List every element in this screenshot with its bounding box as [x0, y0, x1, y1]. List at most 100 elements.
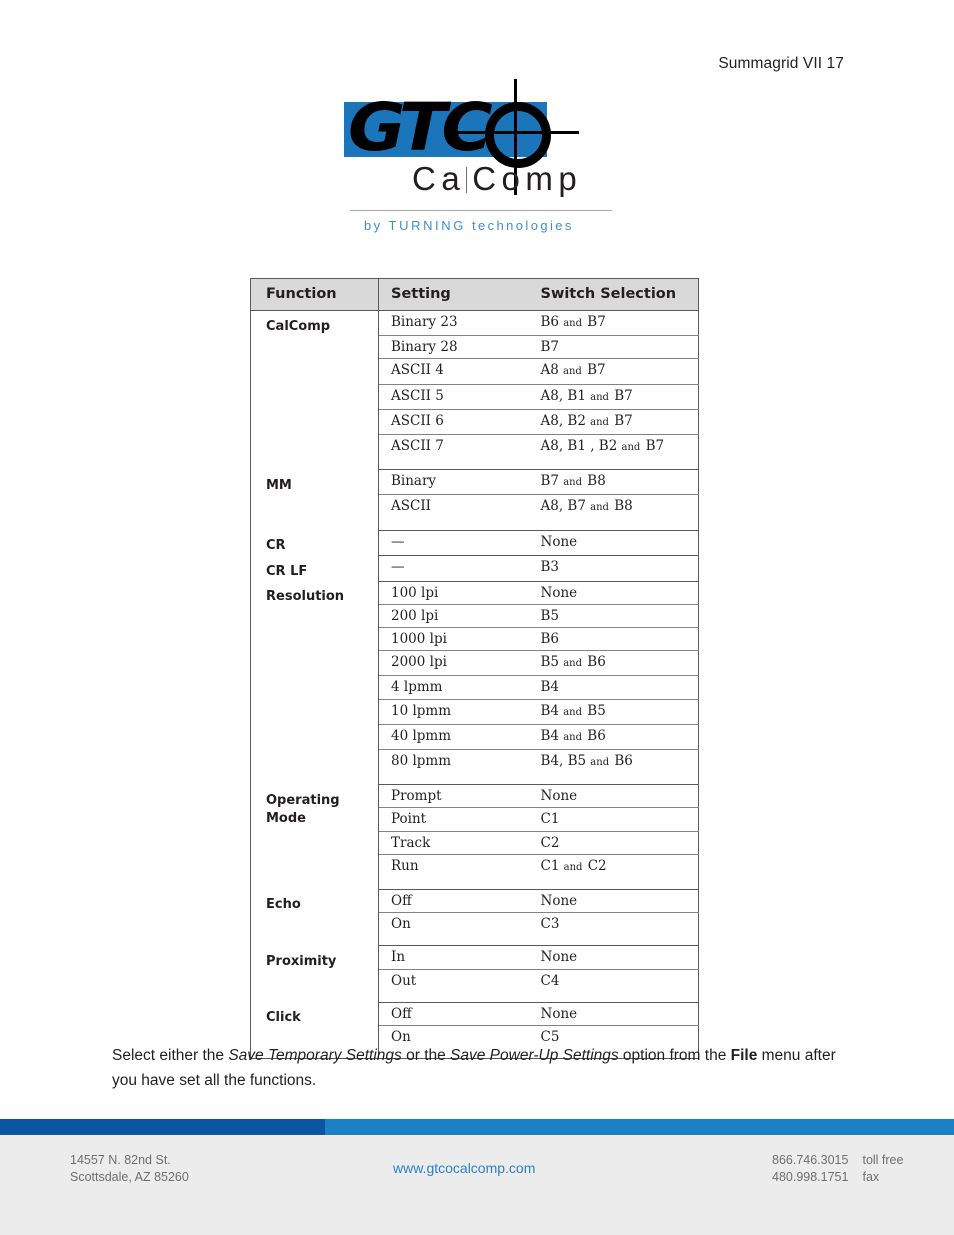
switch-conjunction: and [587, 756, 610, 768]
cell-switch-selection: C3 [528, 912, 699, 936]
switch-code: B6 [540, 630, 560, 647]
logo-brand-divider [466, 167, 468, 193]
switch-code: None [540, 788, 578, 805]
spacer-cell-setting [378, 774, 529, 786]
cell-setting: ASCII 6 [378, 409, 529, 436]
spacer-cell-switch [528, 459, 699, 471]
cell-switch-selection: None [528, 1002, 699, 1026]
switch-code: None [540, 892, 578, 909]
spacer-cell-setting [378, 878, 529, 890]
cell-switch-selection: C1 [528, 807, 699, 832]
switch-code: C4 [540, 972, 560, 989]
switch-code: C1 [540, 857, 560, 874]
table-row: Operating Mode Prompt None [250, 784, 699, 890]
switch-code: B4 [540, 702, 560, 719]
switch-code: B6 [583, 654, 606, 671]
footer-fax-number: 480.998.1751 [772, 1170, 849, 1184]
switch-code: B3 [540, 559, 560, 576]
cell-setting: ASCII 5 [378, 384, 529, 410]
spacer-cell-switch [528, 878, 699, 890]
switch-code: B4 [540, 679, 560, 696]
spacer-cell-setting [378, 935, 529, 947]
table-row: CalComp Binary 23 B6 and B7 [250, 310, 699, 470]
cell-setting: Track [378, 831, 529, 855]
switch-code: C2 [583, 857, 607, 874]
switch-code: B7 [540, 339, 560, 356]
table-row: CR — None [250, 530, 699, 557]
switch-code: B7 [609, 412, 633, 429]
cell-setting: 80 lpmm [391, 752, 452, 769]
cell-setting: 100 lpi [378, 581, 529, 605]
cell-function: CR LF [250, 555, 379, 582]
tagline-prefix: by [364, 218, 389, 233]
tagline-brand: TURNING [388, 218, 466, 233]
cell-setting: 2000 lpi [378, 650, 529, 677]
switch-code: C2 [540, 834, 560, 851]
switch-code: B7 [540, 473, 560, 490]
switch-code: None [540, 949, 578, 966]
switch-code: A8 [540, 362, 559, 379]
switch-code: None [540, 584, 578, 601]
column-header-setting: Setting [378, 278, 529, 311]
switch-conjunction: and [560, 731, 582, 743]
switch-code: B6 [583, 727, 606, 744]
switch-conjunction: and [586, 416, 609, 428]
cell-function: Operating Mode [250, 784, 379, 890]
footer-address-line-1: 14557 N. 82nd St. [70, 1153, 171, 1167]
logo-mark: GTC [344, 79, 609, 195]
switch-code: A8, B1 , B2 [540, 438, 618, 455]
cell-setting: Out [391, 972, 417, 989]
cell-function-line-1: Operating [266, 792, 340, 808]
switch-code: B4, B5 [540, 752, 587, 769]
cell-switch-selection: A8, B7 and B8 [528, 494, 699, 520]
cell-switch-selection: B4, B5 and B6 [528, 749, 699, 775]
spacer-cell-setting [378, 519, 529, 531]
switch-code: B7 [583, 314, 606, 330]
cell-setting: Prompt [378, 784, 529, 809]
cell-switch-selection: A8, B2 and B7 [528, 409, 699, 436]
paragraph-segment-3: option from the [618, 1047, 731, 1064]
switch-code: B8 [609, 498, 633, 515]
logo-tagline: by TURNING technologies [364, 218, 574, 233]
switch-code: B5 [540, 607, 560, 624]
footer-address-line-2: Scottsdale, AZ 85260 [70, 1170, 189, 1184]
table-header-row: Function Setting Switch Selection [250, 278, 699, 311]
cell-function: CR [250, 530, 379, 556]
switch-code: C1 [540, 811, 560, 828]
paragraph-segment-2: or the [401, 1047, 451, 1064]
cell-function: Proximity [250, 945, 379, 1003]
cell-setting: — [378, 555, 529, 582]
switch-code: B6 [540, 314, 560, 330]
cell-setting: ASCII [391, 498, 431, 515]
spacer-cell-switch [528, 519, 699, 531]
table-row: CR LF — B3 [250, 555, 699, 582]
cell-function: Echo [250, 889, 379, 946]
instruction-paragraph: Select either the Save Temporary Setting… [112, 1043, 852, 1093]
footer-contact-numbers: 866.746.3015 toll free 480.998.1751 fax [772, 1152, 903, 1186]
spacer-cell-setting [378, 991, 529, 1003]
cell-setting: On [391, 916, 411, 933]
switch-code: None [540, 1005, 578, 1022]
footer-bar-light-segment [325, 1119, 954, 1135]
switch-code: C3 [540, 916, 560, 933]
cell-switch-selection: A8, B1 , B2 and B7 [528, 434, 699, 460]
cell-setting: 200 lpi [378, 604, 529, 628]
cell-setting: Run [391, 857, 419, 874]
spacer-cell-setting [378, 459, 529, 471]
cell-setting: 1000 lpi [378, 627, 529, 652]
column-header-function: Function [250, 278, 379, 311]
emphasis-save-power-up-settings: Save Power-Up Settings [450, 1047, 619, 1064]
cell-switch-selection: B7 and B8 [528, 469, 699, 496]
cell-switch-selection: None [528, 581, 699, 605]
switch-conjunction: and [586, 391, 609, 403]
table-row: Echo Off None [250, 889, 699, 946]
logo-brand-comp: Comp [472, 160, 583, 197]
logo-wordmark-gtc: GTC [348, 89, 493, 166]
footer-fax-row: 480.998.1751 fax [772, 1169, 903, 1186]
footer-fax-label: fax [862, 1170, 880, 1184]
cell-switch-selection: C2 [528, 831, 699, 855]
cell-switch-selection: B4 and B6 [528, 724, 699, 750]
footer-website-link[interactable]: www.gtcocalcomp.com [393, 1160, 535, 1176]
cell-setting: Binary 28 [378, 335, 529, 360]
cell-switch-selection: None [528, 945, 699, 970]
